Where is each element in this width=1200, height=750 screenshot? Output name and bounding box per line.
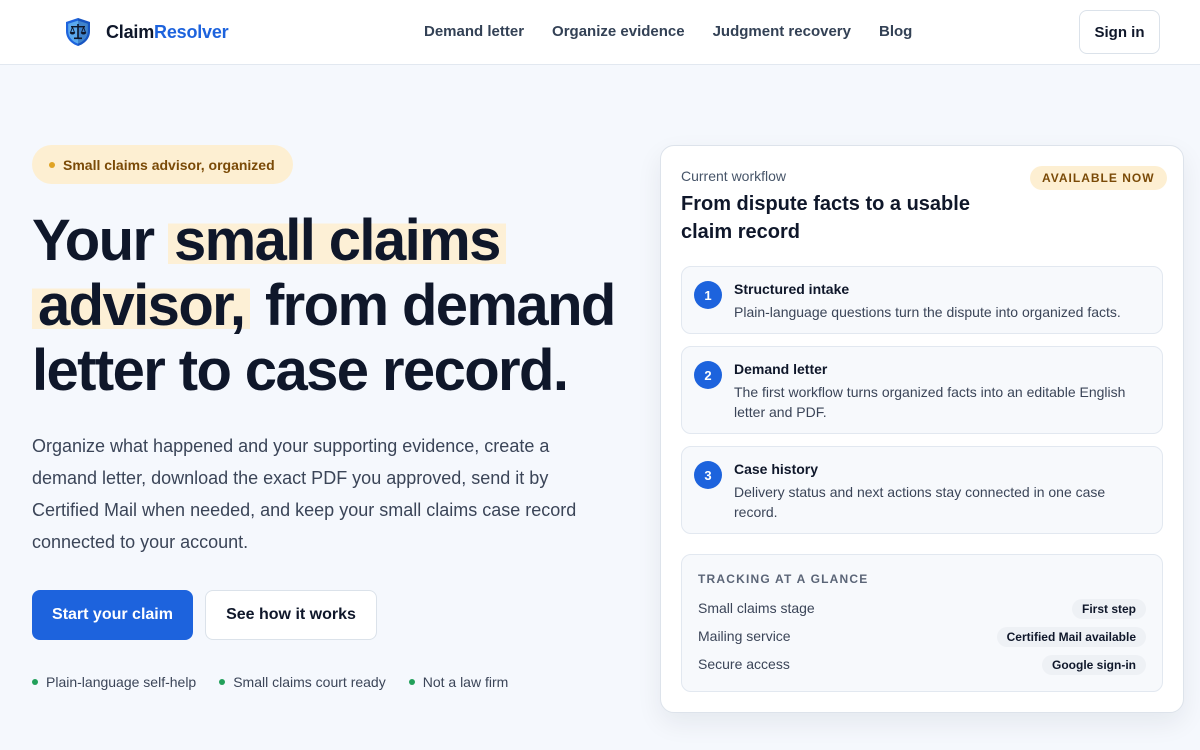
logo[interactable]: ClaimResolver	[62, 16, 229, 48]
availability-badge: AVAILABLE NOW	[1030, 166, 1167, 190]
nav-judgment-recovery[interactable]: Judgment recovery	[713, 23, 851, 41]
step-number: 2	[694, 361, 722, 389]
nav-demand-letter[interactable]: Demand letter	[424, 23, 524, 41]
step-title: Structured intake	[734, 281, 850, 297]
green-dot-icon	[408, 679, 415, 685]
card-title: From dispute facts to a usable claim rec…	[681, 193, 970, 243]
tracking-row: Secure access Google sign-in	[698, 655, 1146, 675]
tracking-row: Mailing service Certified Mail available	[698, 627, 1146, 647]
tracking-value: First step	[1071, 599, 1146, 619]
logo-text-part2: Resolver	[154, 21, 229, 42]
step-description: The first workflow turns organized facts…	[734, 384, 1126, 420]
nav-organize-evidence[interactable]: Organize evidence	[552, 23, 685, 41]
tracking-label: Small claims stage	[698, 600, 815, 616]
badge-dot-icon	[49, 161, 55, 168]
tracking-label: Secure access	[698, 656, 790, 672]
trust-item-label: Small claims court ready	[233, 674, 386, 690]
trust-item-label: Not a law firm	[422, 674, 509, 690]
trust-item: Plain-language self-help	[32, 673, 196, 691]
workflow-card: Current workflow From dispute facts to a…	[660, 145, 1184, 713]
tracking-heading: TRACKING AT A GLANCE	[698, 572, 869, 586]
headline-part1: Your	[32, 208, 168, 273]
tracking-label: Mailing service	[698, 628, 791, 644]
step-description: Plain-language questions turn the disput…	[734, 304, 1121, 320]
logo-text-part1: Claim	[106, 21, 155, 42]
logo-text: ClaimResolver	[106, 21, 229, 43]
step-title: Case history	[734, 461, 819, 477]
see-how-it-works-button[interactable]: See how it works	[205, 590, 377, 640]
badge-label: Small claims advisor, organized	[63, 156, 275, 173]
card-eyebrow: Current workflow	[681, 168, 787, 184]
headline-highlight-2: advisor,	[32, 273, 251, 338]
tracking-panel: TRACKING AT A GLANCE Small claims stage …	[681, 554, 1163, 692]
hero-description: Organize what happened and your supporti…	[32, 436, 577, 552]
trust-item-label: Plain-language self-help	[46, 674, 197, 690]
tracking-row: Small claims stage First step	[698, 599, 1146, 619]
shield-scales-icon	[66, 18, 90, 46]
trust-item: Not a law firm	[408, 673, 509, 691]
main-nav: Demand letter Organize evidence Judgment…	[424, 23, 940, 41]
trust-item: Small claims court ready	[219, 673, 386, 691]
step-title: Demand letter	[734, 361, 828, 377]
site-header: ClaimResolver Demand letter Organize evi…	[0, 0, 1200, 65]
workflow-step: 3 Case history Delivery status and next …	[681, 446, 1163, 534]
tracking-value: Certified Mail available	[996, 627, 1146, 647]
step-number: 3	[694, 461, 722, 489]
green-dot-icon	[219, 679, 226, 685]
sign-in-button[interactable]: Sign in	[1079, 10, 1160, 54]
headline-highlight-1: small claims	[167, 208, 506, 273]
start-claim-button[interactable]: Start your claim	[32, 590, 193, 640]
tracking-value: Google sign-in	[1042, 655, 1146, 675]
green-dot-icon	[32, 679, 38, 685]
step-number: 1	[694, 281, 722, 309]
workflow-step: 1 Structured intake Plain-language quest…	[681, 266, 1163, 334]
hero-headline: Your small claims advisor, from demand l…	[32, 208, 632, 403]
nav-blog[interactable]: Blog	[879, 23, 912, 41]
workflow-step: 2 Demand letter The first workflow turns…	[681, 346, 1163, 434]
trust-list: Plain-language self-help Small claims co…	[32, 673, 531, 691]
step-description: Delivery status and next actions stay co…	[734, 484, 1106, 520]
hero-badge: Small claims advisor, organized	[32, 145, 293, 184]
